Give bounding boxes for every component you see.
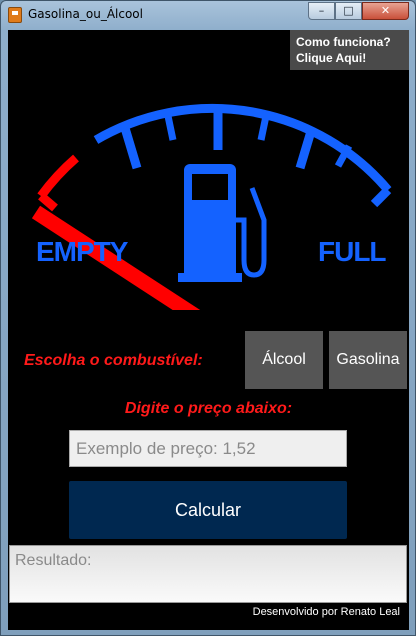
gauge-red-tick (38, 192, 58, 212)
help-line-2: Clique Aqui! (296, 51, 367, 65)
close-button[interactable]: ✕ (362, 2, 409, 20)
maximize-button[interactable]: □ (335, 2, 362, 20)
alcool-button[interactable]: Álcool (245, 331, 323, 389)
fuel-gauge (31, 103, 392, 310)
price-label: Digite o preço abaixo: (124, 400, 293, 417)
gauge-red-arc (37, 154, 79, 199)
fuel-app-icon (8, 7, 22, 23)
window-title: Gasolina_ou_Álcool (28, 7, 143, 21)
price-input[interactable]: Exemplo de preço: 1,52 (69, 430, 347, 467)
gauge-tick (164, 115, 177, 141)
minimize-button[interactable]: – (308, 2, 335, 20)
fuel-choice-label: Escolha o combustível: (24, 352, 203, 369)
calculate-button[interactable]: Calcular (69, 481, 347, 539)
gasolina-button[interactable]: Gasolina (329, 331, 407, 389)
app-content: Como funciona? Clique Aqui! EMPTY FULL E… (8, 30, 409, 630)
help-line-1: Como funciona? (296, 35, 391, 49)
gauge-empty-label: EMPTY (36, 236, 128, 267)
app-window: Gasolina_ou_Álcool – □ ✕ Como funciona? … (0, 0, 416, 636)
fuel-pump-icon (178, 164, 267, 282)
gauge-tick (370, 186, 392, 208)
gauge-tick (120, 126, 142, 170)
gauge-full-label: FULL (318, 236, 387, 267)
how-it-works-button[interactable]: Como funciona? Clique Aqui! (290, 30, 409, 70)
title-bar[interactable]: Gasolina_ou_Álcool – □ ✕ (1, 1, 415, 29)
developer-credit: Desenvolvido por Renato Leal (252, 606, 400, 618)
gauge-tick (295, 126, 317, 170)
result-field[interactable]: Resultado: (9, 545, 407, 603)
gauge-tick (257, 115, 270, 141)
